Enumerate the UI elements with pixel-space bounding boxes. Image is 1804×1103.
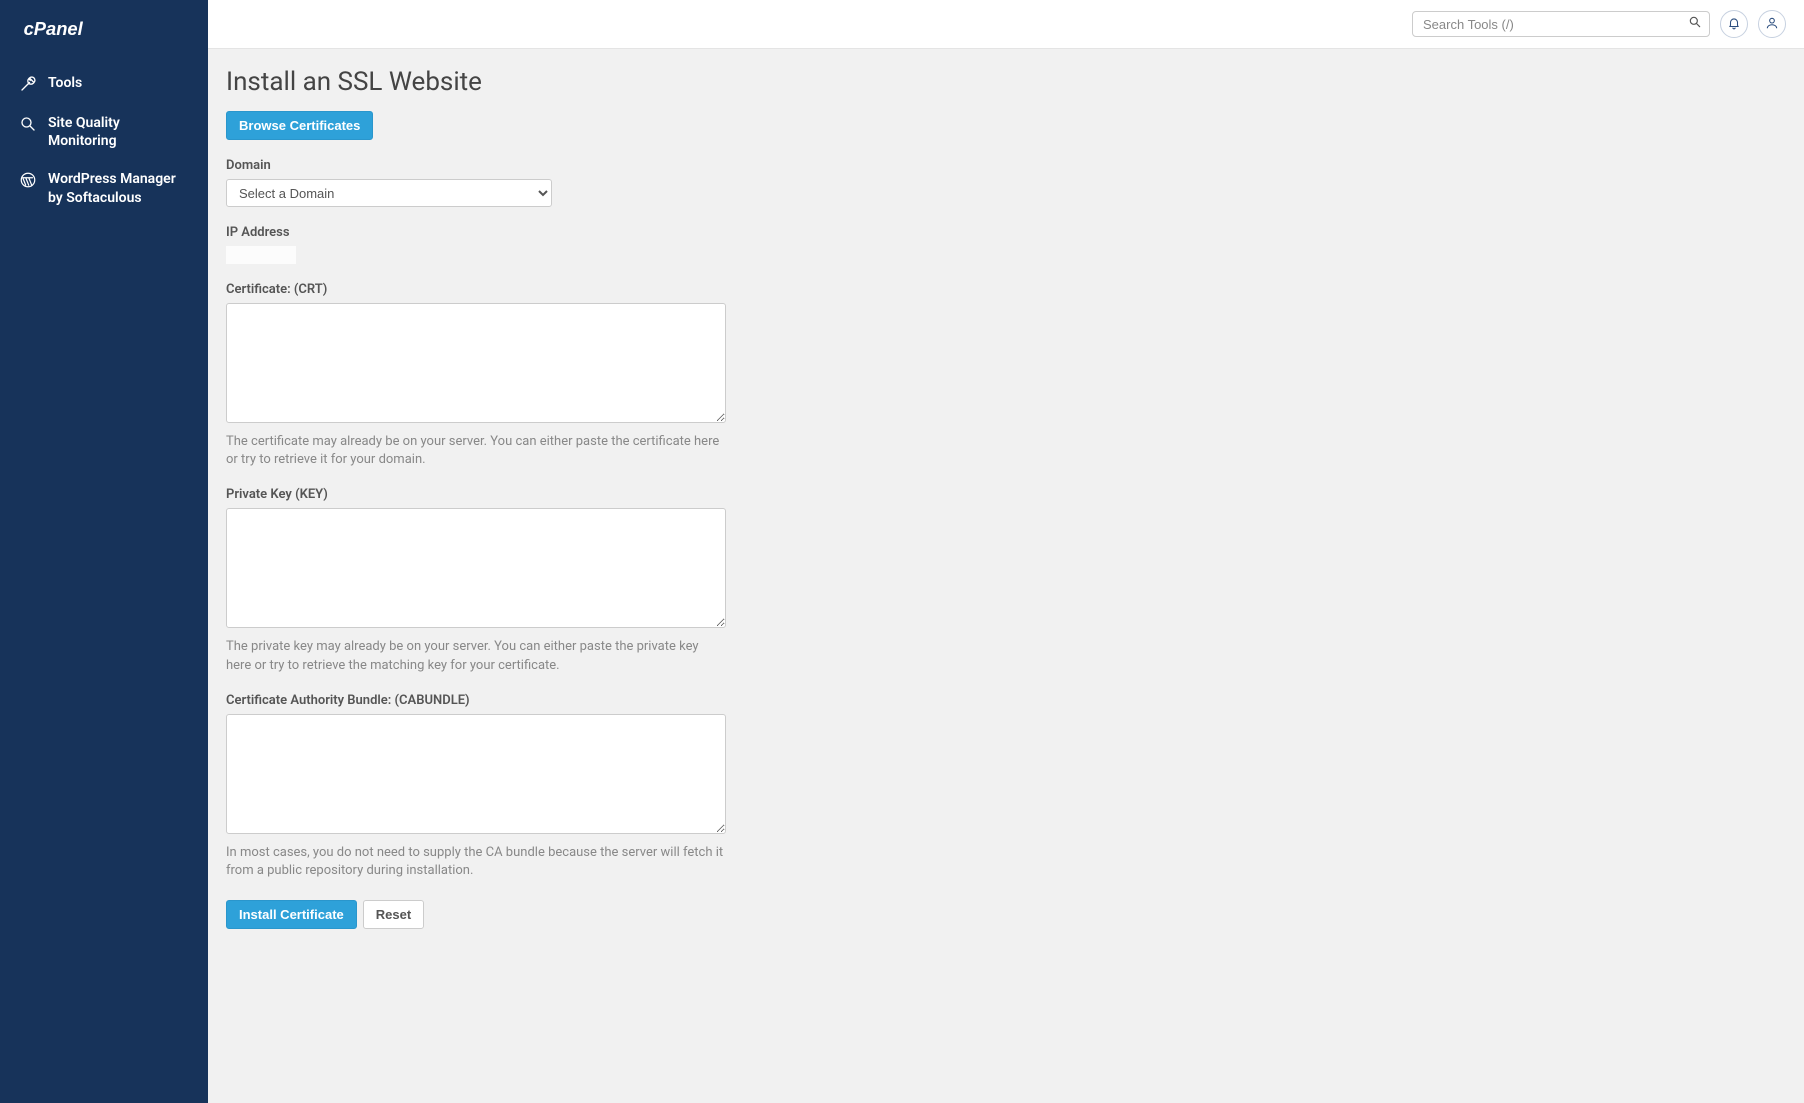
browse-certificates-button[interactable]: Browse Certificates	[226, 111, 373, 140]
key-textarea[interactable]	[226, 508, 726, 628]
notifications-button[interactable]	[1720, 10, 1748, 38]
search-wrap	[1412, 11, 1710, 37]
cabundle-textarea[interactable]	[226, 714, 726, 834]
user-icon	[1765, 16, 1779, 33]
brand-logo: cPanel	[0, 18, 208, 64]
domain-label: Domain	[226, 158, 1786, 173]
page-title: Install an SSL Website	[226, 67, 1786, 97]
sidebar: cPanel Tools Site Quality Monitoring	[0, 0, 208, 1103]
crt-label: Certificate: (CRT)	[226, 282, 1786, 297]
sidebar-item-site-quality[interactable]: Site Quality Monitoring	[0, 104, 208, 160]
key-help: The private key may already be on your s…	[226, 638, 726, 674]
crt-help: The certificate may already be on your s…	[226, 433, 726, 469]
domain-select[interactable]: Select a Domain	[226, 179, 552, 207]
sidebar-item-label: Tools	[48, 74, 190, 92]
wordpress-icon	[18, 170, 38, 190]
user-menu-button[interactable]	[1758, 10, 1786, 38]
svg-text:cPanel: cPanel	[24, 18, 84, 39]
magnifier-icon	[18, 114, 38, 134]
ip-label: IP Address	[226, 225, 1786, 240]
content-area: Install an SSL Website Browse Certificat…	[208, 49, 1804, 947]
install-certificate-button[interactable]: Install Certificate	[226, 900, 357, 929]
sidebar-item-label: WordPress Manager by Softaculous	[48, 170, 190, 206]
cabundle-label: Certificate Authority Bundle: (CABUNDLE)	[226, 693, 1786, 708]
key-label: Private Key (KEY)	[226, 487, 1786, 502]
ip-value	[226, 246, 296, 264]
topbar	[208, 0, 1804, 49]
sidebar-item-wordpress[interactable]: WordPress Manager by Softaculous	[0, 160, 208, 216]
crt-textarea[interactable]	[226, 303, 726, 423]
search-icon	[1688, 15, 1702, 33]
search-input[interactable]	[1412, 11, 1710, 37]
bell-icon	[1727, 16, 1741, 33]
reset-button[interactable]: Reset	[363, 900, 424, 929]
sidebar-item-tools[interactable]: Tools	[0, 64, 208, 104]
wrench-icon	[18, 74, 38, 94]
sidebar-item-label: Site Quality Monitoring	[48, 114, 190, 150]
cabundle-help: In most cases, you do not need to supply…	[226, 844, 726, 880]
